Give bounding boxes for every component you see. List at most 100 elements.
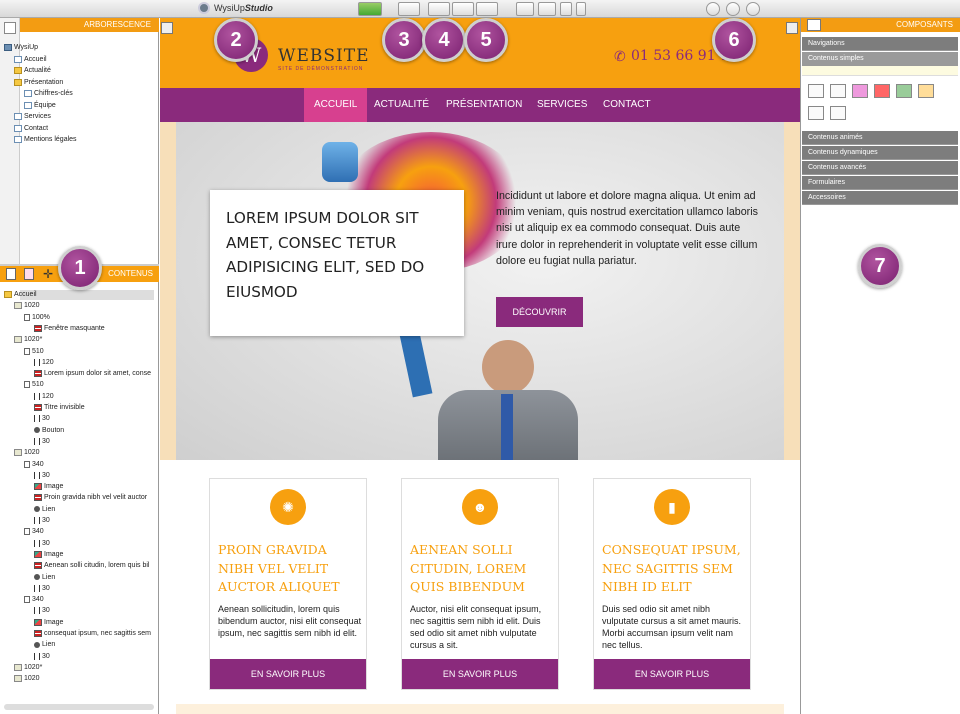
tree-item[interactable]: Mentions légales xyxy=(14,134,77,145)
content-item[interactable]: Accueil xyxy=(4,289,37,300)
folder-icon xyxy=(14,78,22,86)
content-item[interactable]: 30 xyxy=(34,413,50,424)
title-component-icon[interactable] xyxy=(874,84,890,98)
wifi-button[interactable] xyxy=(452,2,474,16)
tree-item[interactable]: WysiUp xyxy=(4,42,38,53)
feature-card-3: ▮ CONSEQUAT IPSUM, NEC SAGITTIS SEM NIBH… xyxy=(593,478,751,690)
card-button[interactable]: EN SAVOIR PLUS xyxy=(210,659,366,689)
content-item[interactable]: 30 xyxy=(34,583,50,594)
text-component-icon[interactable] xyxy=(852,84,868,98)
layout-button[interactable] xyxy=(398,2,420,16)
content-item[interactable]: Image xyxy=(34,617,63,628)
tablet-portrait-view-button[interactable] xyxy=(560,2,572,16)
close-icon[interactable] xyxy=(746,2,760,16)
content-item[interactable]: 30 xyxy=(34,436,50,447)
content-item[interactable]: 340 xyxy=(24,526,44,537)
file-component-icon[interactable] xyxy=(830,106,846,120)
content-item[interactable]: 30 xyxy=(34,651,50,662)
content-item[interactable]: Image xyxy=(34,549,63,560)
section-navigations[interactable]: Navigations xyxy=(802,37,958,51)
content-item[interactable]: Image xyxy=(34,481,63,492)
next-section-edge xyxy=(176,704,784,714)
content-item[interactable]: Bouton xyxy=(34,425,64,436)
nav-item-accueil[interactable]: ACCUEIL xyxy=(304,88,368,122)
space-icon xyxy=(34,539,40,547)
preview-toggle-button[interactable] xyxy=(358,2,382,16)
simple-components-grid xyxy=(802,76,958,128)
content-item[interactable]: 120 xyxy=(34,391,54,402)
move-icon[interactable]: ✛ xyxy=(42,267,54,281)
content-item[interactable]: Lien xyxy=(34,639,55,650)
section-contenus-avances[interactable]: Contenus avancés xyxy=(802,161,958,175)
content-item[interactable]: 510 xyxy=(24,379,44,390)
content-item[interactable]: 30 xyxy=(34,515,50,526)
section-contenus-dynamiques[interactable]: Contenus dynamiques xyxy=(802,146,958,160)
content-item[interactable]: Proin gravida nibh vel velit auctor xyxy=(34,492,147,503)
link-button[interactable] xyxy=(428,2,450,16)
card-button[interactable]: EN SAVOIR PLUS xyxy=(594,659,750,689)
content-item[interactable]: 1020 xyxy=(14,447,40,458)
alert-button[interactable] xyxy=(476,2,498,16)
tablet-landscape-view-button[interactable] xyxy=(538,2,556,16)
content-item[interactable]: 340 xyxy=(24,594,44,605)
content-item[interactable]: Lien xyxy=(34,572,55,583)
card-button[interactable]: EN SAVOIR PLUS xyxy=(402,659,558,689)
block-icon[interactable] xyxy=(24,268,34,280)
wrench-icon[interactable] xyxy=(807,19,821,31)
content-item[interactable]: 100% xyxy=(24,312,50,323)
link-icon xyxy=(34,574,40,580)
spacer-v-component-icon[interactable] xyxy=(830,84,846,98)
content-item[interactable]: 510 xyxy=(24,346,44,357)
section-contenus-simples[interactable]: Contenus simples xyxy=(802,52,958,66)
content-item[interactable]: Lorem ipsum dolor sit amet, conse xyxy=(34,368,151,379)
nav-item-presentation[interactable]: PRÉSENTATION xyxy=(436,88,532,122)
content-item[interactable]: Fenêtre masquante xyxy=(34,323,105,334)
collapse-left-button[interactable] xyxy=(161,22,173,34)
content-item[interactable]: 1020* xyxy=(14,662,42,673)
nav-item-actualite[interactable]: ACTUALITÉ xyxy=(364,88,439,122)
image-component-icon[interactable] xyxy=(896,84,912,98)
content-item[interactable]: 120 xyxy=(34,357,54,368)
tree-item[interactable]: Actualité xyxy=(14,65,51,76)
section-contenus-animes[interactable]: Contenus animés xyxy=(802,131,958,145)
callout-badge-5: 5 xyxy=(464,18,508,62)
eraser-component-icon[interactable] xyxy=(918,84,934,98)
content-item[interactable]: 340 xyxy=(24,459,44,470)
content-item[interactable]: consequat ipsum, nec sagittis sem xyxy=(34,628,151,639)
content-item[interactable]: 1020 xyxy=(14,300,40,311)
section-formulaires[interactable]: Formulaires xyxy=(802,176,958,190)
tree-item-label: Contact xyxy=(24,124,49,132)
page-icon[interactable] xyxy=(6,268,16,280)
top-toolbar: WysiUpStudio xyxy=(0,0,960,18)
tree-item[interactable]: Équipe xyxy=(24,100,56,111)
discover-button[interactable]: DÉCOUVRIR xyxy=(496,297,583,327)
content-item-label: Lien xyxy=(42,641,56,649)
tree-item[interactable]: Services xyxy=(14,111,51,122)
tree-item[interactable]: Accueil xyxy=(14,54,47,65)
tree-panel-title: ARBORESCENCE xyxy=(20,18,159,32)
nav-item-contact[interactable]: CONTACT xyxy=(593,88,661,122)
content-item[interactable]: 30 xyxy=(34,470,50,481)
help-icon[interactable] xyxy=(726,2,740,16)
publish-icon[interactable] xyxy=(706,2,720,16)
tree-item[interactable]: Présentation xyxy=(14,77,63,88)
content-item[interactable]: Lien xyxy=(34,504,55,515)
content-item[interactable]: 30 xyxy=(34,605,50,616)
tree-item-label: Accueil xyxy=(24,55,47,63)
content-item[interactable]: 30 xyxy=(34,538,50,549)
tree-item[interactable]: Contact xyxy=(14,123,48,134)
button-component-icon[interactable] xyxy=(808,106,824,120)
section-accessoires[interactable]: Accessoires xyxy=(802,191,958,205)
content-item[interactable]: 1020* xyxy=(14,334,42,345)
nav-item-services[interactable]: SERVICES xyxy=(527,88,597,122)
content-item[interactable]: 1020 xyxy=(14,673,40,684)
content-item[interactable]: Aenean solli citudin, lorem quis bil xyxy=(34,560,149,571)
collapse-right-button[interactable] xyxy=(786,22,798,34)
spacer-h-component-icon[interactable] xyxy=(808,84,824,98)
desktop-view-button[interactable] xyxy=(516,2,534,16)
tree-item[interactable]: Chiffres-clés xyxy=(24,88,73,99)
phone-view-button[interactable] xyxy=(576,2,586,16)
content-item[interactable]: Titre invisible xyxy=(34,402,85,413)
tree-icon[interactable] xyxy=(4,22,16,34)
horizontal-scrollbar[interactable] xyxy=(4,704,154,710)
